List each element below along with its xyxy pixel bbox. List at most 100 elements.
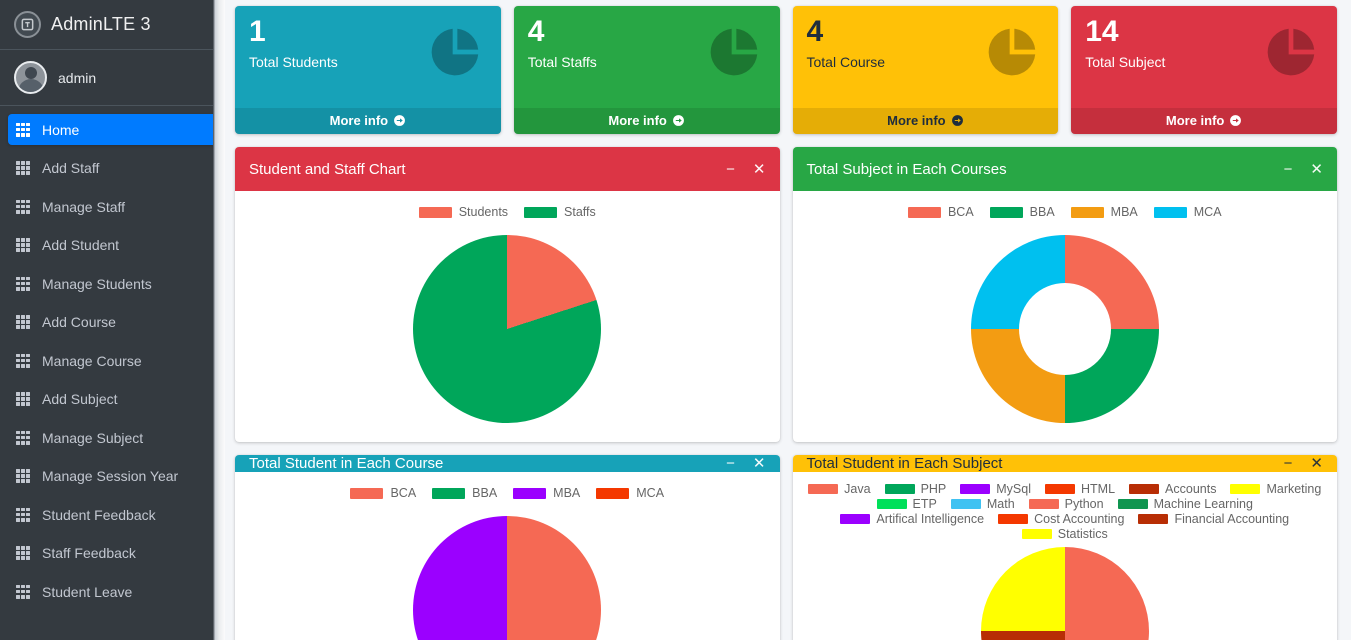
- sidebar-item-label: Student Leave: [42, 584, 132, 600]
- pie-chart-student-per-course[interactable]: [413, 516, 601, 640]
- legend-item[interactable]: Statistics: [1022, 527, 1108, 541]
- sidebar-item-label: Student Feedback: [42, 507, 156, 523]
- card-title: Student and Staff Chart: [249, 161, 726, 178]
- legend-swatch: [596, 488, 629, 499]
- chart-area: [807, 235, 1324, 423]
- sidebar-item-manage-subject[interactable]: Manage Subject: [8, 422, 217, 453]
- legend-item[interactable]: Python: [1029, 497, 1104, 511]
- card-tools: − ✕: [726, 162, 765, 177]
- legend-label: Math: [987, 497, 1015, 511]
- legend-swatch: [1154, 207, 1187, 218]
- sidebar-item-manage-students[interactable]: Manage Students: [8, 268, 217, 299]
- sidebar-item-add-subject[interactable]: Add Subject: [8, 384, 217, 415]
- grid-icon: [16, 469, 30, 483]
- legend-item[interactable]: MBA: [1071, 205, 1138, 219]
- minimize-icon[interactable]: −: [1284, 162, 1293, 177]
- legend-item[interactable]: Students: [419, 205, 508, 219]
- user-panel[interactable]: admin: [0, 50, 225, 106]
- sidebar-item-label: Manage Session Year: [42, 468, 178, 484]
- more-info-label: More info: [330, 113, 389, 128]
- more-info-link[interactable]: More info: [514, 108, 780, 134]
- sidebar-item-manage-course[interactable]: Manage Course: [8, 345, 217, 376]
- card-body: BCA BBA MBA MCA: [793, 191, 1338, 442]
- legend-item[interactable]: Math: [951, 497, 1015, 511]
- legend-item[interactable]: MySql: [960, 482, 1031, 496]
- close-icon[interactable]: ✕: [753, 456, 766, 471]
- stat-inner: 1Total Students: [235, 6, 501, 70]
- more-info-link[interactable]: More info: [235, 108, 501, 134]
- legend-item[interactable]: MBA: [513, 486, 580, 500]
- legend-swatch: [1129, 484, 1159, 494]
- close-icon[interactable]: ✕: [1310, 456, 1323, 471]
- sidebar-item-student-feedback[interactable]: Student Feedback: [8, 499, 217, 530]
- charts-row-1: Student and Staff Chart − ✕ Students Staf…: [235, 147, 1337, 455]
- minimize-icon[interactable]: −: [1284, 456, 1293, 471]
- card-student-staff-chart: Student and Staff Chart − ✕ Students Staf…: [235, 147, 780, 442]
- sidebar-item-home[interactable]: Home: [8, 114, 217, 145]
- sidebar-item-manage-session-year[interactable]: Manage Session Year: [8, 461, 217, 492]
- legend-label: BCA: [948, 205, 974, 219]
- legend-item[interactable]: Accounts: [1129, 482, 1216, 496]
- stat-value: 4: [807, 16, 1045, 48]
- legend-item[interactable]: Cost Accounting: [998, 512, 1124, 526]
- brand-link[interactable]: AdminLTE 3: [0, 0, 225, 50]
- more-info-link[interactable]: More info: [1071, 108, 1337, 134]
- legend-row: Students Staffs: [419, 205, 596, 219]
- legend-label: BBA: [472, 486, 497, 500]
- adminlte-logo-icon: [14, 11, 41, 38]
- sidebar-item-student-leave[interactable]: Student Leave: [8, 576, 217, 607]
- legend-item[interactable]: Staffs: [524, 205, 596, 219]
- legend-item[interactable]: Machine Learning: [1118, 497, 1253, 511]
- stat-label: Total Subject: [1085, 54, 1323, 70]
- sidebar-item-add-course[interactable]: Add Course: [8, 307, 217, 338]
- more-info-link[interactable]: More info: [793, 108, 1059, 134]
- legend-item[interactable]: Java: [808, 482, 870, 496]
- legend-label: ETP: [913, 497, 937, 511]
- legend-item[interactable]: BBA: [990, 205, 1055, 219]
- stat-label: Total Students: [249, 54, 487, 70]
- legend-item[interactable]: Artifical Intelligence: [840, 512, 984, 526]
- grid-icon: [16, 354, 30, 368]
- stat-value: 14: [1085, 16, 1323, 48]
- sidebar-item-add-staff[interactable]: Add Staff: [8, 153, 217, 184]
- grid-icon: [16, 238, 30, 252]
- donut-hole: [1019, 283, 1111, 375]
- sidebar-item-label: Add Subject: [42, 391, 118, 407]
- close-icon[interactable]: ✕: [1310, 162, 1323, 177]
- legend-row: BCA BBA MBA MCA: [350, 486, 664, 500]
- stats-row: 1Total StudentsMore info4Total StaffsMor…: [235, 6, 1337, 147]
- sidebar-item-label: Manage Course: [42, 353, 142, 369]
- legend-label: Accounts: [1165, 482, 1216, 496]
- legend-label: MySql: [996, 482, 1031, 496]
- minimize-icon[interactable]: −: [726, 456, 735, 471]
- legend-label: Python: [1065, 497, 1104, 511]
- legend-item[interactable]: BCA: [350, 486, 416, 500]
- legend-item[interactable]: MCA: [596, 486, 664, 500]
- legend-item[interactable]: PHP: [885, 482, 947, 496]
- sidebar-item-label: Add Staff: [42, 160, 99, 176]
- close-icon[interactable]: ✕: [753, 162, 766, 177]
- legend-label: Students: [459, 205, 508, 219]
- pie-chart-student-per-subject[interactable]: [981, 547, 1149, 640]
- minimize-icon[interactable]: −: [726, 162, 735, 177]
- card-header: Total Subject in Each Courses − ✕: [793, 147, 1338, 191]
- legend-item[interactable]: ETP: [877, 497, 937, 511]
- sidebar-scrollbar[interactable]: [213, 0, 225, 640]
- sidebar-item-staff-feedback[interactable]: Staff Feedback: [8, 538, 217, 569]
- grid-icon: [16, 161, 30, 175]
- sidebar-item-add-student[interactable]: Add Student: [8, 230, 217, 261]
- legend-swatch: [419, 207, 452, 218]
- donut-chart-subject-per-course[interactable]: [971, 235, 1159, 423]
- legend-item[interactable]: MCA: [1154, 205, 1222, 219]
- legend-item[interactable]: BBA: [432, 486, 497, 500]
- grid-icon: [16, 546, 30, 560]
- legend-item[interactable]: HTML: [1045, 482, 1115, 496]
- arrow-circle-right-icon: [393, 110, 406, 134]
- chart-area: [249, 516, 766, 640]
- sidebar-item-manage-staff[interactable]: Manage Staff: [8, 191, 217, 222]
- legend-item[interactable]: Marketing: [1230, 482, 1321, 496]
- legend-item[interactable]: Financial Accounting: [1138, 512, 1289, 526]
- pie-chart-student-staff[interactable]: [413, 235, 601, 423]
- legend-item[interactable]: BCA: [908, 205, 974, 219]
- grid-icon: [16, 508, 30, 522]
